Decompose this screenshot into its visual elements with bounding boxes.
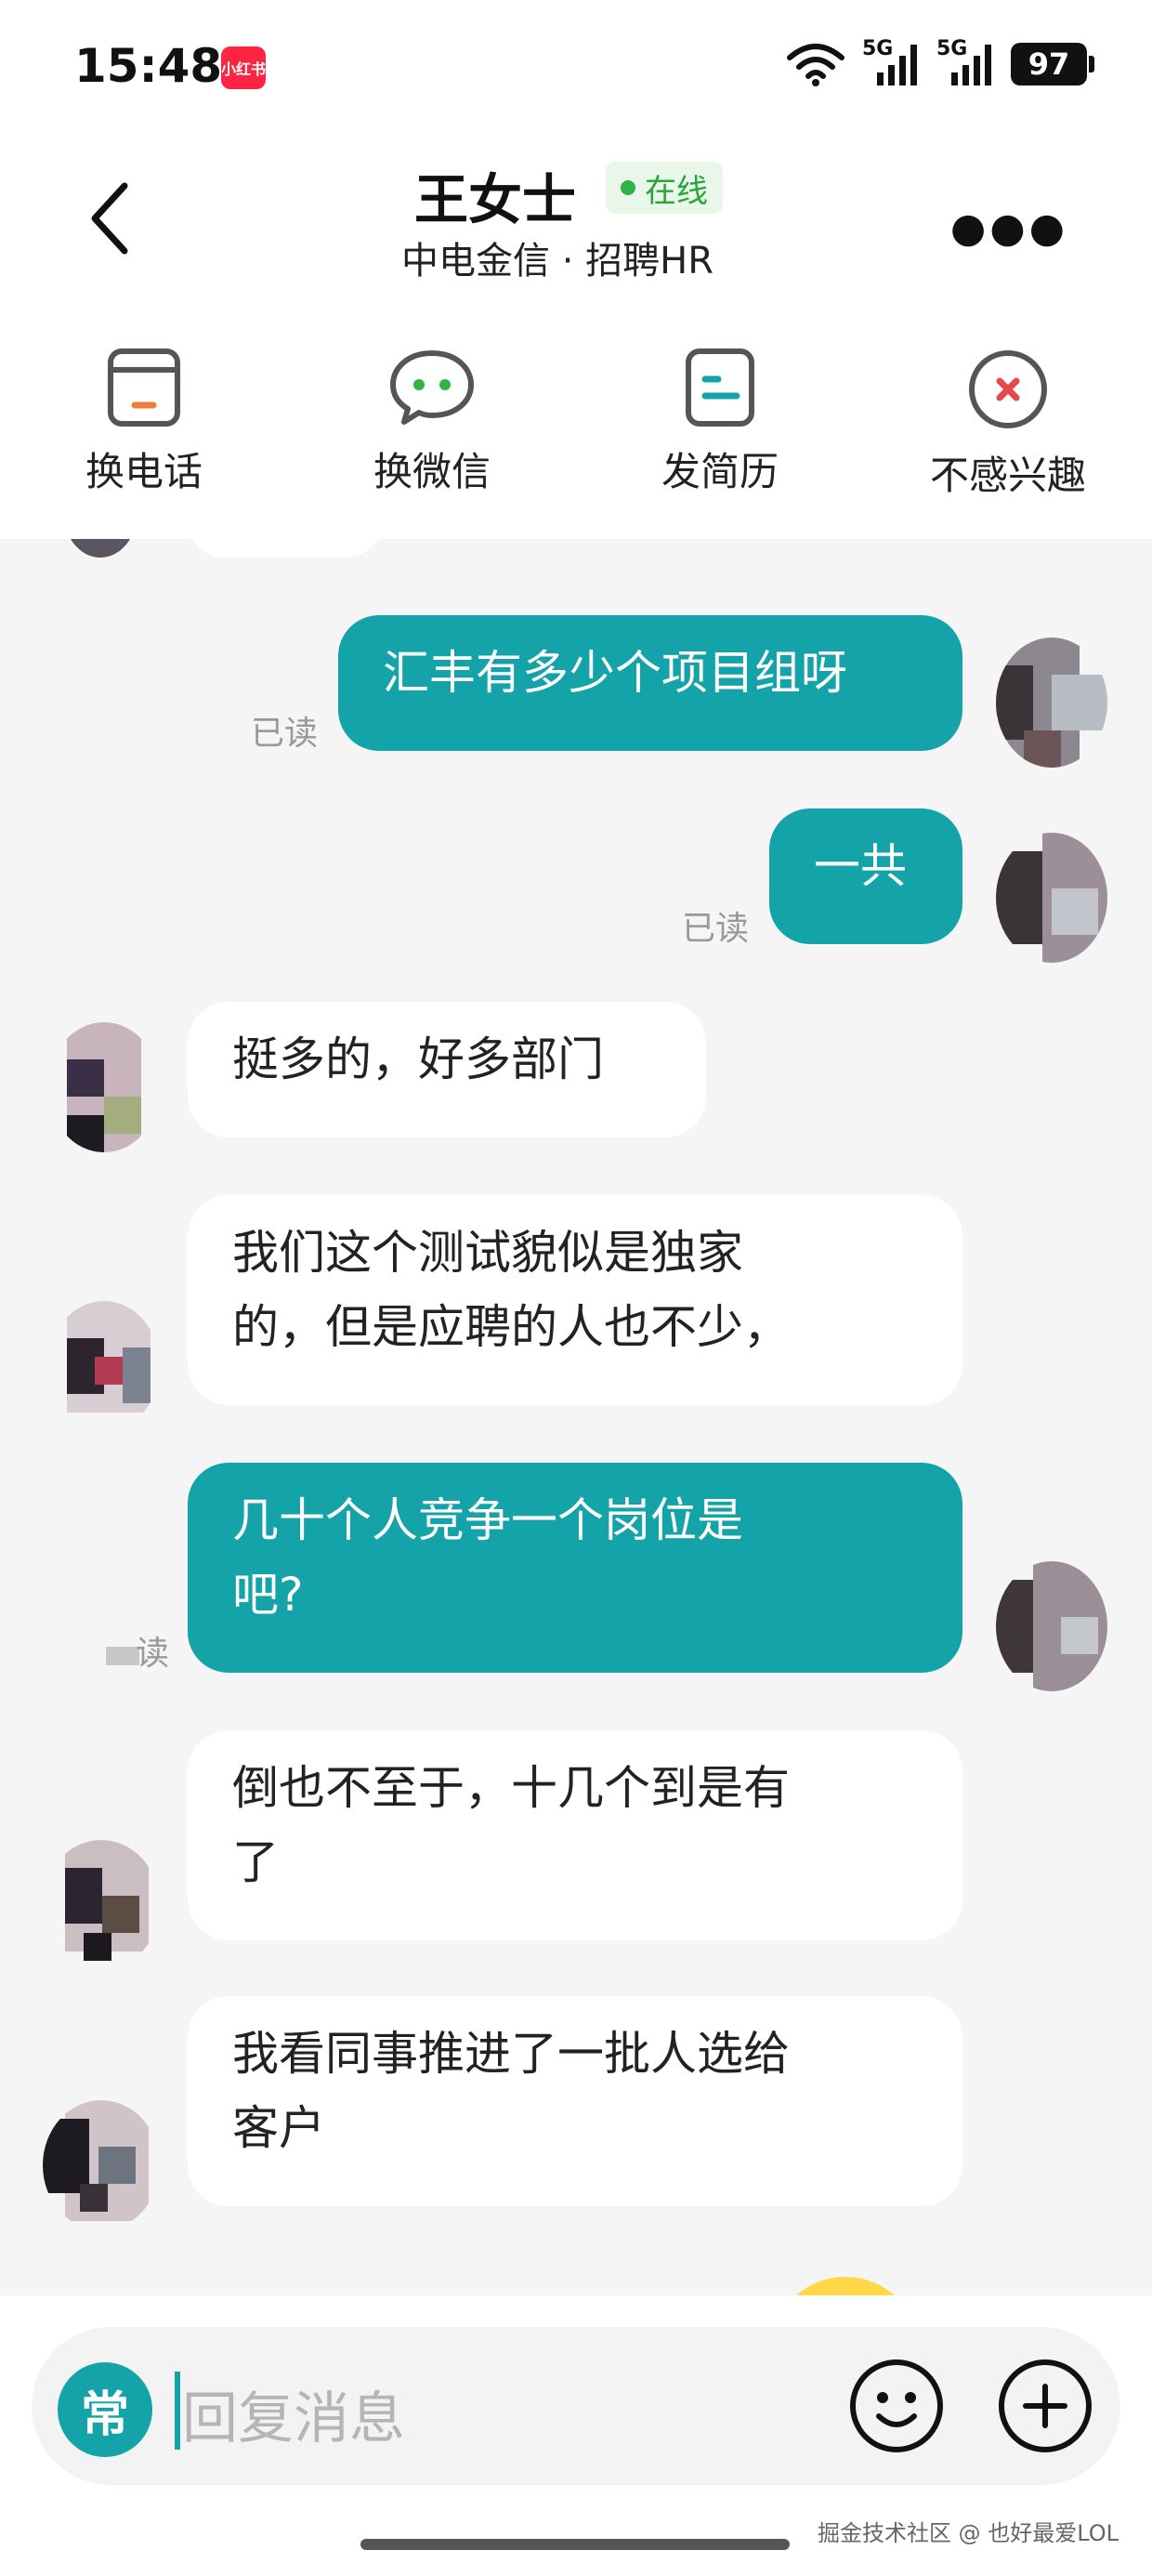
contact-name: 王女士 <box>414 168 577 231</box>
action-label: 换电话 <box>85 449 203 494</box>
phone-icon <box>108 348 180 427</box>
message-text: 了 <box>232 1835 279 1889</box>
message-bubble-sent: 一共 <box>769 808 962 944</box>
emoji-icon[interactable] <box>847 2357 946 2455</box>
message-bubble-sent: 汇丰有多少个项目组呀 <box>338 615 962 751</box>
message-input[interactable]: 回复消息 <box>182 2373 405 2454</box>
message-list[interactable]: 汇丰有多少个项目组呀 已读 一共 已读 挺多的，好多部门 我们这个测试貌似是独家… <box>0 539 1152 2295</box>
avatar <box>48 1022 160 1152</box>
read-receipt: 已读 <box>682 910 750 948</box>
read-receipt-mark <box>106 1647 139 1665</box>
action-resume[interactable]: 发简历 <box>576 316 864 539</box>
app-notification-icon: 小红书 <box>221 46 266 89</box>
quick-actions: 换电话 换微信 发简历 不感兴趣 <box>0 316 1152 539</box>
not-interested-icon <box>969 350 1047 428</box>
resume-icon <box>686 348 754 427</box>
message-bubble-sent: 几十个人竞争一个岗位是 吧? <box>188 1463 962 1673</box>
message-text: 我们这个测试貌似是独家 <box>232 1226 743 1280</box>
message-text: 汇丰有多少个项目组呀 <box>383 646 847 700</box>
read-receipt: 已读 <box>251 715 319 753</box>
chat-header: 王女士 在线 中电金信 · 招聘HR ●●● <box>0 130 1152 316</box>
system-indicators: 5G 5G 97 <box>786 37 1094 87</box>
action-label: 换微信 <box>373 449 491 494</box>
avatar <box>996 1561 1107 1691</box>
online-label: 在线 <box>645 172 708 210</box>
cell-signal-icon-2: 5G <box>936 37 994 87</box>
avatar <box>63 539 137 558</box>
message-bubble-received: 我看同事推进了一批人选给 客户 <box>188 1996 962 2206</box>
message-text: 的，但是应聘的人也不少， <box>232 1300 790 1354</box>
message-bubble-received: 挺多的，好多部门 <box>188 1002 706 1137</box>
message-text: 吧? <box>232 1568 304 1622</box>
cell-signal-icon: 5G <box>862 37 920 87</box>
back-arrow-icon[interactable] <box>82 177 137 260</box>
avatar <box>43 1840 160 1970</box>
home-indicator[interactable] <box>360 2539 790 2550</box>
action-not-interested[interactable]: 不感兴趣 <box>864 316 1152 539</box>
message-text: 一共 <box>814 839 907 893</box>
message-text: 几十个人竞争一个岗位是 <box>232 1493 743 1547</box>
previous-message-bubble <box>188 539 383 558</box>
message-text: 我看同事推进了一批人选给 <box>232 2027 790 2081</box>
avatar <box>48 1301 160 1431</box>
message-bubble-received: 倒也不至于，十几个到是有 了 <box>188 1730 962 1940</box>
message-text: 挺多的，好多部门 <box>232 1032 604 1086</box>
floating-emoji-icon <box>771 2277 920 2295</box>
message-input-container[interactable]: 常 回复消息 <box>32 2327 1120 2485</box>
read-receipt: 读 <box>136 1635 170 1673</box>
online-dot-icon <box>621 180 635 195</box>
contact-subtitle: 中电金信 · 招聘HR <box>401 240 714 283</box>
message-bubble-received: 我们这个测试貌似是独家 的，但是应聘的人也不少， <box>188 1195 962 1405</box>
avatar <box>996 833 1107 963</box>
text-caret <box>175 2372 180 2450</box>
action-label: 不感兴趣 <box>929 453 1086 498</box>
watermark: 掘金技术社区 @ 也好最爱LOL <box>817 2520 1119 2546</box>
more-options-icon[interactable]: ●●● <box>950 204 1068 252</box>
battery-indicator: 97 <box>1011 43 1094 85</box>
plus-icon[interactable] <box>996 2357 1094 2455</box>
avatar <box>43 2100 160 2230</box>
action-phone[interactable]: 换电话 <box>0 316 288 539</box>
wechat-icon <box>390 350 474 425</box>
action-wechat[interactable]: 换微信 <box>288 316 576 539</box>
input-bar: 常 回复消息 掘金技术社区 @ 也好最爱LOL <box>0 2295 1152 2576</box>
status-time: 15:48 <box>74 39 223 93</box>
common-phrases-button[interactable]: 常 <box>58 2362 152 2457</box>
avatar <box>996 637 1107 768</box>
wifi-icon <box>787 44 844 86</box>
message-text: 倒也不至于，十几个到是有 <box>232 1761 790 1815</box>
action-label: 发简历 <box>661 449 779 494</box>
online-badge: 在线 <box>606 162 723 214</box>
message-text: 客户 <box>232 2101 325 2155</box>
status-bar: 15:48 小红书 5G 5G 97 <box>0 0 1152 130</box>
